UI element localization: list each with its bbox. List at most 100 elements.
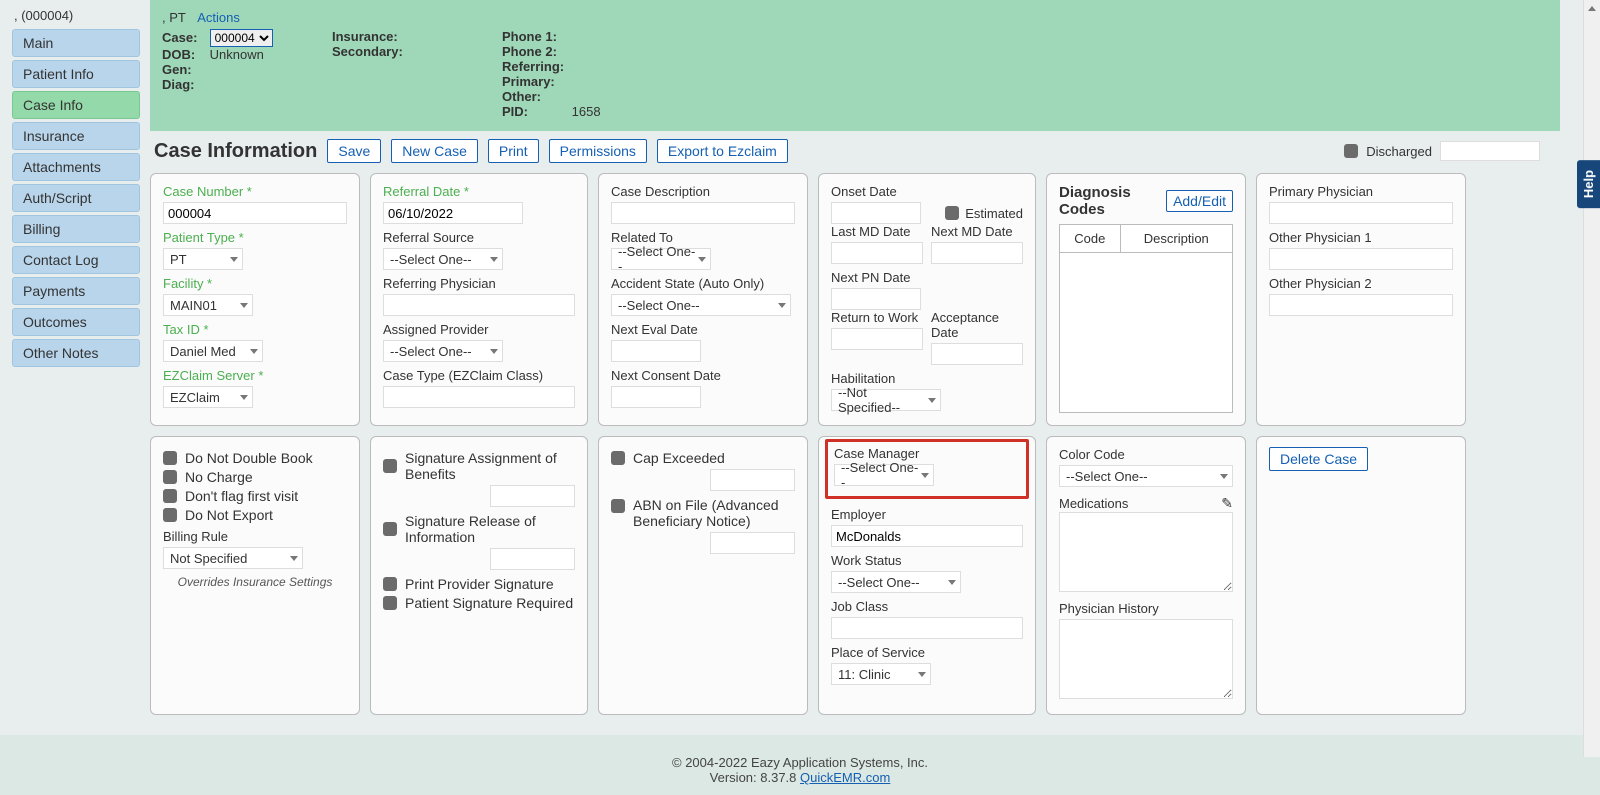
patient-sig-checkbox[interactable]: [383, 596, 397, 610]
discharged-checkbox[interactable]: [1344, 144, 1358, 158]
sidebar-item-contact-log[interactable]: Contact Log: [12, 246, 140, 274]
dndb-checkbox[interactable]: [163, 451, 177, 465]
return-to-work-label: Return to Work: [831, 310, 923, 325]
sig-roi-checkbox[interactable]: [383, 522, 397, 536]
sidebar-item-billing[interactable]: Billing: [12, 215, 140, 243]
print-button[interactable]: Print: [488, 139, 539, 163]
cap-input[interactable]: [710, 469, 795, 491]
referring-physician-input[interactable]: [383, 294, 575, 316]
sidebar-item-insurance[interactable]: Insurance: [12, 122, 140, 150]
code-header: Code: [1060, 225, 1121, 253]
new-case-button[interactable]: New Case: [391, 139, 478, 163]
habilitation-label: Habilitation: [831, 371, 1023, 386]
sig-ab-checkbox[interactable]: [383, 459, 397, 473]
diagnosis-table-body[interactable]: [1059, 253, 1233, 413]
sidebar-item-patient-info[interactable]: Patient Info: [12, 60, 140, 88]
permissions-button[interactable]: Permissions: [549, 139, 647, 163]
color-code-select[interactable]: --Select One--: [1059, 465, 1233, 487]
sidebar-item-main[interactable]: Main: [12, 29, 140, 57]
other-physician-1-input[interactable]: [1269, 248, 1453, 270]
acceptance-date-input[interactable]: [931, 343, 1023, 365]
noflag-checkbox[interactable]: [163, 489, 177, 503]
save-button[interactable]: Save: [327, 139, 381, 163]
medications-textarea[interactable]: [1059, 512, 1233, 592]
edit-icon[interactable]: [1221, 495, 1233, 512]
sidebar-item-outcomes[interactable]: Outcomes: [12, 308, 140, 336]
referral-source-select[interactable]: --Select One--: [383, 248, 503, 270]
next-md-input[interactable]: [931, 242, 1023, 264]
habilitation-select[interactable]: --Not Specified--: [831, 389, 941, 411]
accident-state-select[interactable]: --Select One--: [611, 294, 791, 316]
actions-link[interactable]: Actions: [197, 10, 240, 25]
card-delete: Delete Case: [1256, 436, 1466, 715]
help-tab[interactable]: Help: [1577, 160, 1600, 208]
assigned-provider-select[interactable]: --Select One--: [383, 340, 503, 362]
page-title: Case Information: [154, 140, 317, 163]
description-header: Description: [1120, 225, 1232, 253]
last-md-input[interactable]: [831, 242, 923, 264]
quickemr-link[interactable]: QuickEMR.com: [800, 770, 890, 785]
referring-label: Referring:: [502, 59, 568, 74]
case-select[interactable]: 000004: [210, 29, 273, 47]
related-to-select[interactable]: --Select One--: [611, 248, 711, 270]
delete-case-button[interactable]: Delete Case: [1269, 447, 1368, 471]
acceptance-date-label: Acceptance Date: [931, 310, 1023, 340]
taxid-select[interactable]: Daniel Med: [163, 340, 263, 362]
abn-checkbox[interactable]: [611, 499, 625, 513]
case-type-input[interactable]: [383, 386, 575, 408]
next-pn-input[interactable]: [831, 288, 921, 310]
case-number-input[interactable]: [163, 202, 347, 224]
patient-type-select[interactable]: PT: [163, 248, 243, 270]
sidebar-item-attachments[interactable]: Attachments: [12, 153, 140, 181]
billing-rule-select[interactable]: Not Specified: [163, 547, 303, 569]
sidebar-item-other-notes[interactable]: Other Notes: [12, 339, 140, 367]
taxid-label: Tax ID *: [163, 322, 347, 337]
insurance-label: Insurance:: [332, 29, 410, 44]
card-booking-flags: Do Not Double Book No Charge Don't flag …: [150, 436, 360, 715]
sidebar-item-payments[interactable]: Payments: [12, 277, 140, 305]
cap-checkbox[interactable]: [611, 451, 625, 465]
estimated-checkbox[interactable]: [945, 206, 959, 220]
noexport-checkbox[interactable]: [163, 508, 177, 522]
other-physician-2-input[interactable]: [1269, 294, 1453, 316]
scroll-up-icon[interactable]: [1583, 0, 1600, 17]
card-dates: Onset Date Estimated Last MD Date Next M…: [818, 173, 1036, 426]
export-button[interactable]: Export to Ezclaim: [657, 139, 788, 163]
sidebar-title: , (000004): [12, 8, 140, 23]
add-edit-button[interactable]: Add/Edit: [1166, 190, 1233, 212]
sig-roi-input[interactable]: [490, 548, 575, 570]
phone1-label: Phone 1:: [502, 29, 568, 44]
scrollbar[interactable]: [1583, 0, 1600, 757]
primary-physician-label: Primary Physician: [1269, 184, 1453, 199]
job-class-input[interactable]: [831, 617, 1023, 639]
referral-date-input[interactable]: [383, 202, 523, 224]
sidebar-item-case-info[interactable]: Case Info: [12, 91, 140, 119]
referral-date-label: Referral Date *: [383, 184, 575, 199]
place-of-service-select[interactable]: 11: Clinic: [831, 663, 931, 685]
facility-select[interactable]: MAIN01: [163, 294, 253, 316]
next-eval-input[interactable]: [611, 340, 701, 362]
card-referral: Referral Date * Referral Source --Select…: [370, 173, 588, 426]
physician-history-textarea[interactable]: [1059, 619, 1233, 699]
case-type-label: Case Type (EZClaim Class): [383, 368, 575, 383]
work-status-select[interactable]: --Select One--: [831, 571, 961, 593]
print-sig-checkbox[interactable]: [383, 577, 397, 591]
dob-label: DOB:: [162, 47, 206, 62]
sidebar-item-auth-script[interactable]: Auth/Script: [12, 184, 140, 212]
onset-date-input[interactable]: [831, 202, 921, 224]
sig-ab-input[interactable]: [490, 485, 575, 507]
abn-input[interactable]: [710, 532, 795, 554]
other-label: Other:: [502, 89, 568, 104]
cap-label: Cap Exceeded: [633, 450, 725, 466]
ezserver-select[interactable]: EZClaim: [163, 386, 253, 408]
gen-label: Gen:: [162, 62, 206, 77]
case-description-input[interactable]: [611, 202, 795, 224]
discharged-date-input[interactable]: [1440, 141, 1540, 161]
return-to-work-input[interactable]: [831, 328, 923, 350]
employer-input[interactable]: [831, 525, 1023, 547]
nocharge-checkbox[interactable]: [163, 470, 177, 484]
case-manager-select[interactable]: --Select One--: [834, 464, 934, 486]
discharged-label: Discharged: [1366, 144, 1432, 159]
primary-physician-input[interactable]: [1269, 202, 1453, 224]
next-consent-input[interactable]: [611, 386, 701, 408]
